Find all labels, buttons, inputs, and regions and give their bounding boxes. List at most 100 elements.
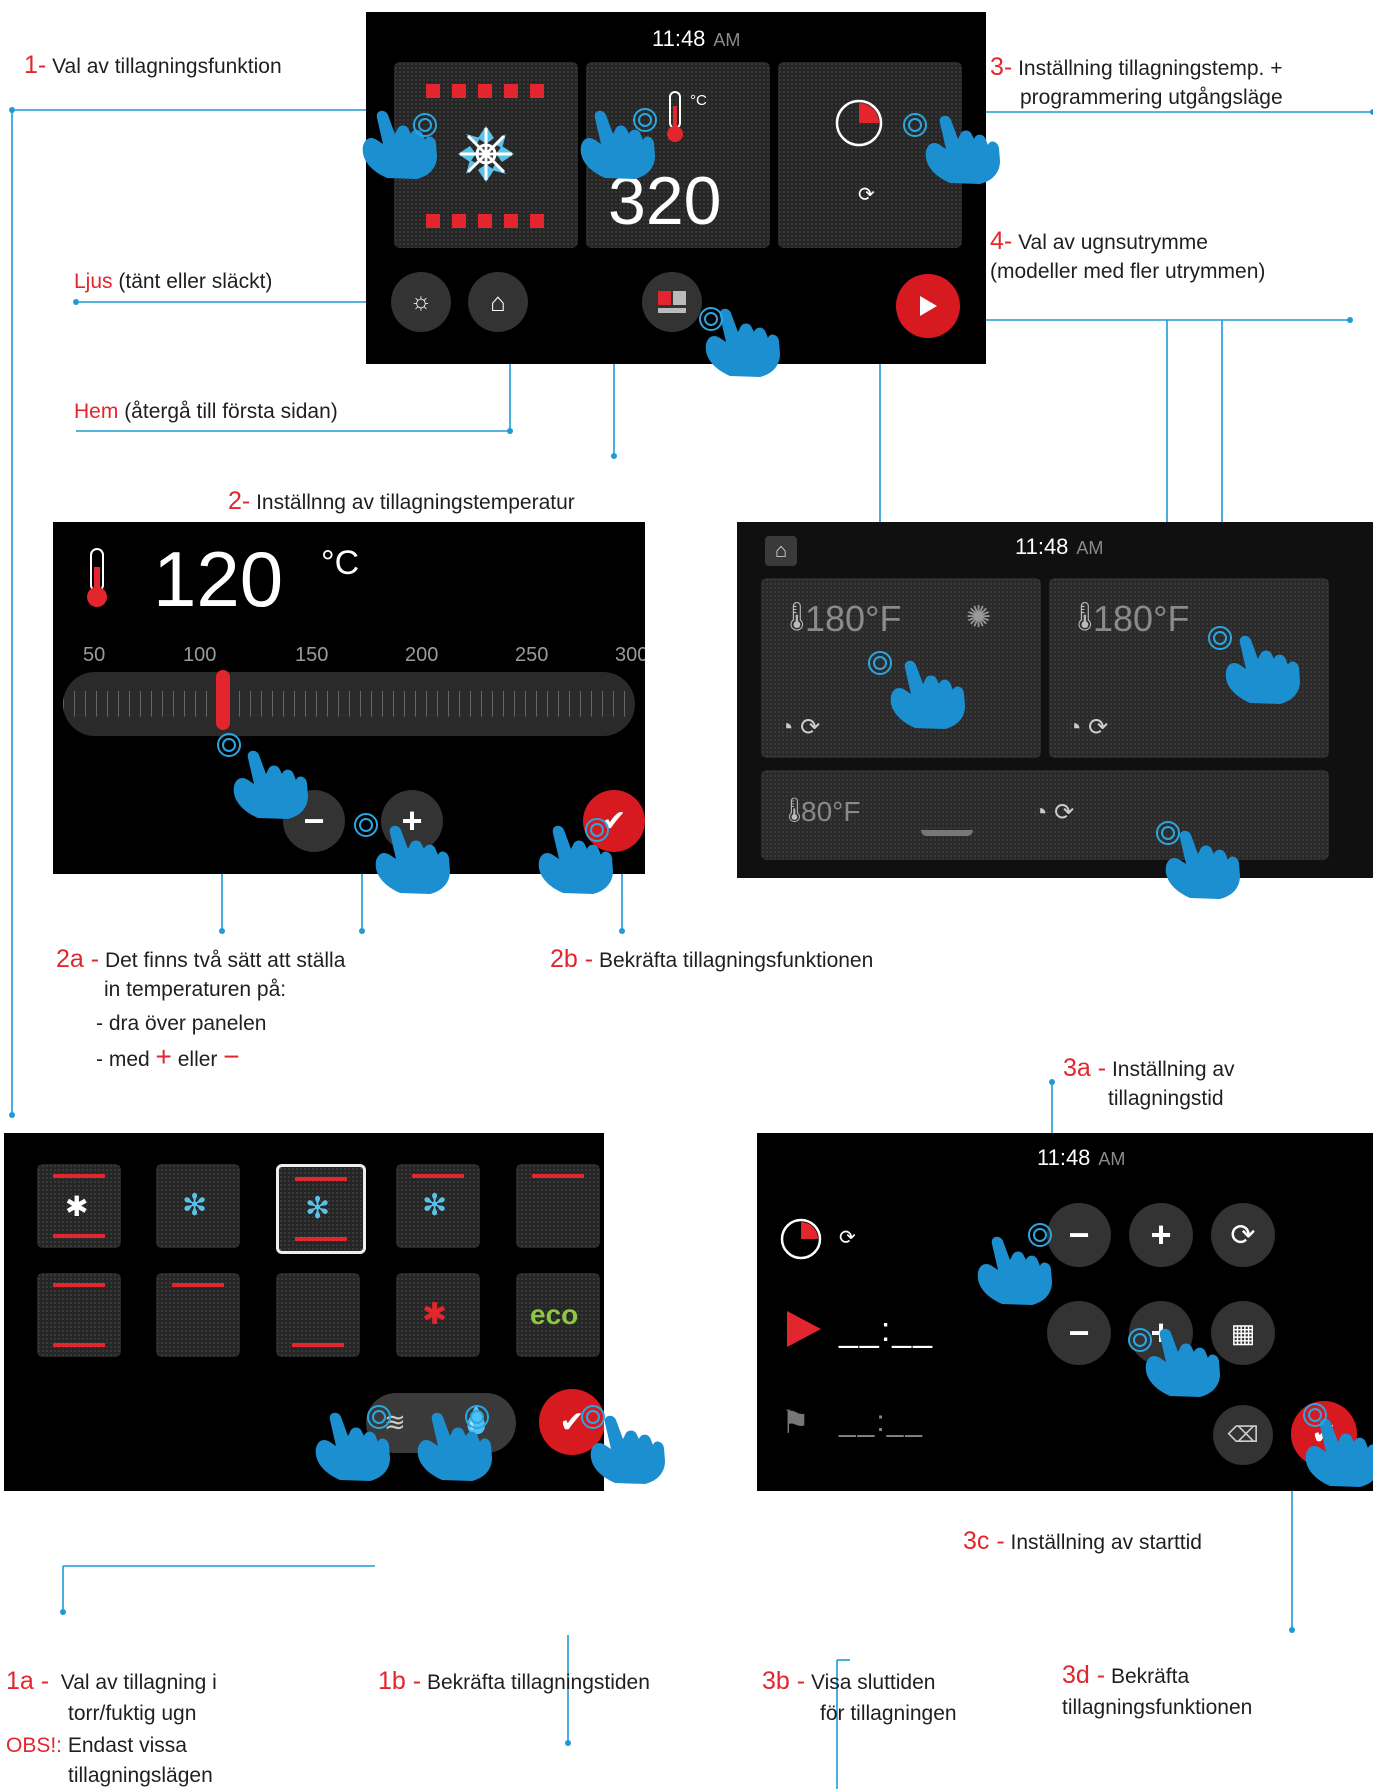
label-3d-line2: tillagningsfunktionen: [1062, 1696, 1253, 1719]
function-tile-selected[interactable]: ✻: [276, 1164, 366, 1254]
touch-hand-icon: [920, 105, 1010, 185]
label-1b: 1b - Bekräfta tillagningstiden: [378, 1667, 650, 1695]
touch-ring-icon: [900, 110, 930, 140]
minus-icon: −: [1068, 1312, 1090, 1353]
clock-pie-icon: [779, 1217, 823, 1266]
minus-icon: −: [1068, 1214, 1090, 1255]
touch-ring-icon: [351, 810, 381, 840]
function-tile[interactable]: [156, 1273, 240, 1357]
repeat-icon: ⟳: [858, 184, 875, 206]
clock-ampm: AM: [1076, 538, 1104, 558]
function-tile[interactable]: [37, 1273, 121, 1357]
unit-label: °C: [690, 92, 707, 109]
clock-pie-icon: ◔ ⟳: [779, 714, 821, 741]
touch-ring-icon: [1025, 1220, 1055, 1250]
slider-level-indicator[interactable]: [216, 670, 231, 730]
touch-ring-icon: [1205, 623, 1235, 653]
label-2a: 2a - Det finns två sätt att ställa: [56, 945, 346, 973]
eco-label: eco: [530, 1299, 579, 1330]
zone-select-button[interactable]: [642, 272, 702, 332]
function-tile[interactable]: ✻: [156, 1164, 240, 1248]
start-minus-button[interactable]: −: [1047, 1301, 1111, 1365]
time-settings-screen: 11:48AM ⟳ __:__ ⚑ __:__ − + ⟳ − + ▦ ⌫ ✔: [757, 1133, 1373, 1491]
touch-ring-icon: [462, 1402, 492, 1432]
play-icon: [785, 1309, 823, 1354]
touch-ring-icon: [1153, 818, 1183, 848]
light-button[interactable]: ☼: [391, 272, 451, 332]
function-tile[interactable]: [276, 1273, 360, 1357]
end-time-value: __:__: [839, 1405, 925, 1438]
function-tile[interactable]: [516, 1164, 600, 1248]
unit-label: °C: [321, 544, 360, 582]
clock-pie-icon: ◔ ⟳: [1033, 799, 1075, 826]
clock-time: 11:48: [1015, 534, 1069, 559]
touch-ring-icon: [582, 815, 612, 845]
backspace-icon: ⌫: [1227, 1422, 1259, 1447]
label-3b: 3b - Visa sluttiden: [762, 1667, 936, 1695]
repeat-icon: ⟳: [1230, 1218, 1256, 1252]
top-heat-icon: [426, 84, 548, 98]
function-tile[interactable]: ✻: [396, 1164, 480, 1248]
touch-ring-icon: [1300, 1400, 1330, 1430]
temperature-slider[interactable]: [63, 672, 635, 736]
clock: 11:48 AM: [1015, 534, 1103, 560]
play-icon: [920, 296, 937, 316]
function-tile[interactable]: ✱: [37, 1164, 121, 1248]
function-tile[interactable]: ✱: [396, 1273, 480, 1357]
label-1a-line2: torr/fuktig ugn: [68, 1702, 197, 1725]
label-2a-line4: - med + eller −: [96, 1041, 240, 1072]
label-3a: 3a - Inställning av: [1063, 1054, 1235, 1082]
label-3-line2: programmering utgångsläge: [1020, 86, 1283, 109]
duration-plus-button[interactable]: +: [1129, 1203, 1193, 1267]
repeat-icon: ⟳: [839, 1227, 856, 1249]
zone-temperature: 180°F: [805, 598, 902, 639]
clock-ampm: AM: [713, 30, 741, 50]
scale-labels: 50 100 150 200 250 300: [83, 644, 645, 668]
touch-hand-icon: [885, 650, 975, 730]
scale-label: 100: [183, 644, 217, 666]
start-time-value: __:__: [839, 1311, 935, 1349]
label-3c: 3c - Inställning av starttid: [963, 1527, 1202, 1555]
label-3: 3- Inställning tillagningstemp. +: [990, 53, 1283, 81]
keypad-icon: ▦: [1230, 1317, 1256, 1348]
home-icon[interactable]: ⌂: [765, 536, 797, 566]
label-obs-line2: tillagningslägen: [68, 1764, 213, 1787]
clock: 11:48 AM: [652, 26, 740, 52]
temperature-value: 120: [153, 535, 284, 623]
label-4-line2: (modeller med fler utrymmen): [990, 260, 1266, 283]
clock-pie-icon: [834, 98, 884, 153]
touch-ring-icon: [696, 304, 726, 334]
home-button[interactable]: ⌂: [468, 272, 528, 332]
scale-label: 250: [515, 644, 549, 666]
clock-time: 11:48: [652, 26, 706, 51]
backspace-button[interactable]: ⌫: [1213, 1405, 1273, 1465]
zone-temperature: 80°F: [801, 796, 861, 827]
thermometer-icon: [664, 90, 686, 149]
clock-pie-icon: ◔ ⟳: [1067, 714, 1109, 741]
eco-tile[interactable]: eco: [516, 1273, 600, 1357]
label-hem: Hem (återgå till första sidan): [74, 400, 338, 423]
home-icon: ⌂: [490, 286, 506, 317]
clock-ampm: AM: [1098, 1149, 1126, 1169]
touch-ring-icon: [410, 110, 440, 140]
label-3a-line2: tillagningstid: [1108, 1087, 1224, 1110]
start-button[interactable]: [896, 274, 960, 338]
bottom-heat-icon: [426, 214, 548, 228]
scale-label: 300: [615, 644, 645, 666]
touch-hand-icon: [370, 815, 460, 895]
touch-ring-icon: [865, 648, 895, 678]
repeat-button[interactable]: ⟳: [1211, 1203, 1275, 1267]
label-2b: 2b - Bekräfta tillagningsfunktionen: [550, 945, 874, 973]
label-2a-line2: in temperaturen på:: [104, 978, 287, 1001]
scale-label: 200: [405, 644, 439, 666]
label-3b-line2: för tillagningen: [820, 1702, 957, 1725]
touch-ring-icon: [578, 1402, 608, 1432]
zones-icon: [658, 291, 686, 313]
clock: 11:48 AM: [1037, 1145, 1125, 1171]
zone-temperature: 180°F: [1093, 598, 1190, 639]
fan-icon: [456, 124, 516, 184]
scale-label: 50: [83, 644, 106, 666]
finish-flag-icon: ⚑: [781, 1404, 810, 1440]
main-screen: 11:48 AM °C 320 ⟳ ☼ ⌂: [366, 12, 986, 364]
touch-ring-icon: [364, 1402, 394, 1432]
